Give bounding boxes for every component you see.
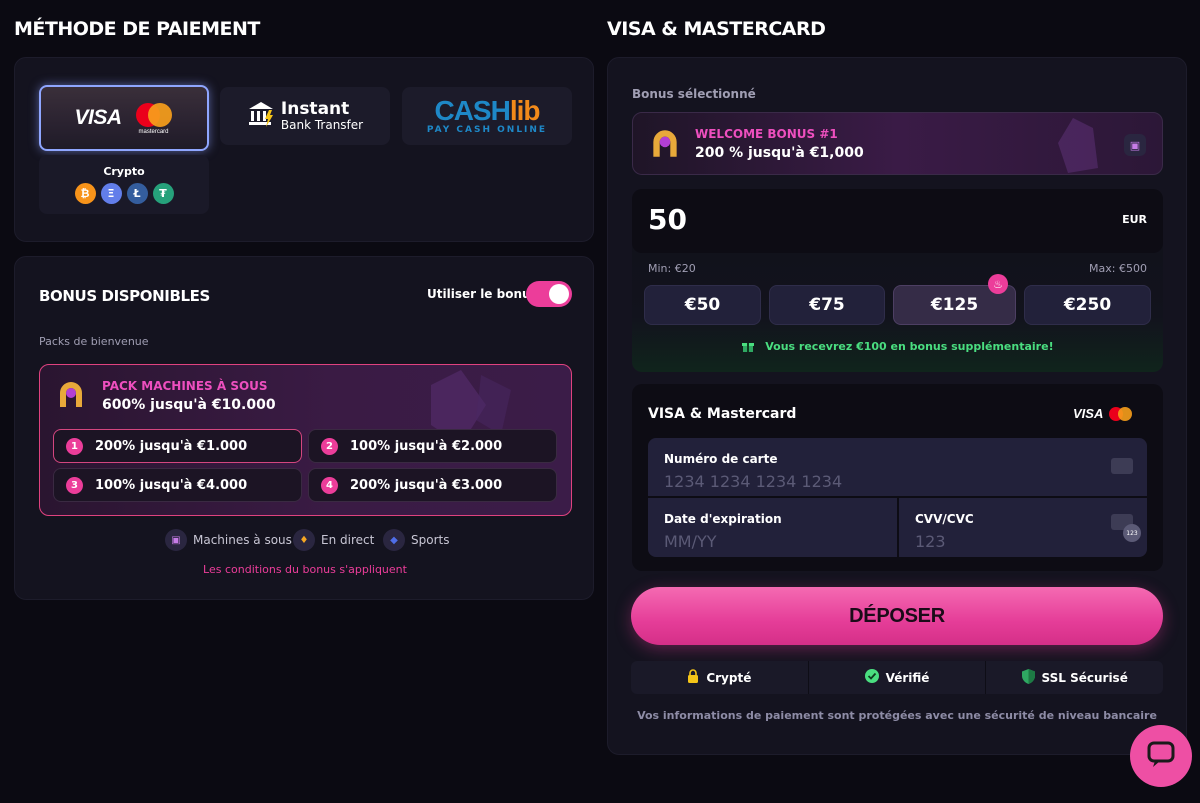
cashlib-tagline: PAY CASH ONLINE — [426, 125, 548, 135]
visa-logo: VISA — [74, 106, 122, 129]
gift-icon — [741, 340, 759, 353]
tier-3[interactable]: 3 100% jusqu'à €4.000 — [53, 468, 302, 502]
deposit-button[interactable]: DÉPOSER — [631, 587, 1163, 645]
security-footer: Vos informations de paiement sont protég… — [637, 709, 1157, 722]
tier-1[interactable]: 1 200% jusqu'à €1.000 — [53, 429, 302, 463]
instant-bank-transfer-option[interactable]: Instant Bank Transfer — [220, 87, 390, 145]
slots-icon: ▣ — [165, 529, 187, 551]
amount-chip-50[interactable]: €50 — [644, 285, 761, 325]
cashlib-logo: CASHlib — [434, 95, 540, 126]
currency-label: EUR — [1122, 213, 1147, 226]
tether-icon: ₮ — [152, 183, 174, 204]
welcome-packs-label: Packs de bienvenue — [39, 335, 149, 348]
bank-line1: Instant — [280, 98, 350, 119]
mastercard-logo: mastercard — [134, 103, 174, 135]
fire-icon: ♨ — [988, 274, 1008, 294]
payment-methods-panel: VISA mastercard Instant Bank Transfer CA… — [14, 57, 594, 242]
amount-section: 50 EUR Min: €20 Max: €500 €50 €75 €125 €… — [632, 189, 1163, 372]
chat-icon — [1146, 739, 1176, 773]
sports-icon: ◆ — [383, 529, 405, 551]
crypto-option[interactable]: Crypto ₿ Ξ Ł ₮ — [39, 155, 209, 214]
min-label: Min: €20 — [648, 262, 696, 275]
card-brands-icon: VISA — [1073, 406, 1133, 421]
selected-bonus-title: WELCOME BONUS #1 — [695, 127, 838, 141]
card-icon — [1111, 458, 1133, 474]
amount-value: 50 — [648, 203, 687, 236]
slots-icon: ▣ — [1124, 134, 1146, 156]
shield-icon — [1021, 668, 1035, 687]
card-number-field[interactable]: Numéro de carte 1234 1234 1234 1234 — [648, 438, 1147, 496]
visa-mastercard-option[interactable]: VISA mastercard — [39, 85, 209, 151]
ssl-badge: SSL Sécurisé — [986, 661, 1163, 694]
category-live: ♦ En direct — [293, 529, 374, 551]
selected-bonus-desc: 200 % jusqu'à €1,000 — [695, 145, 864, 161]
cashlib-option[interactable]: CASHlib PAY CASH ONLINE — [402, 87, 572, 145]
bonus-terms-link[interactable]: Les conditions du bonus s'appliquent — [15, 563, 595, 576]
payment-method-heading: MÉTHODE DE PAIEMENT — [14, 18, 260, 40]
amount-chip-250[interactable]: €250 — [1024, 285, 1151, 325]
selected-bonus-label: Bonus sélectionné — [632, 87, 756, 101]
bitcoin-icon: ₿ — [74, 183, 96, 204]
category-sports: ◆ Sports — [383, 529, 449, 551]
horseshoe-icon — [54, 377, 88, 415]
security-bar: Crypté Vérifié SSL Sécurisé — [631, 661, 1163, 694]
card-section-title: VISA & Mastercard — [648, 406, 797, 422]
encrypted-badge: Crypté — [631, 661, 809, 694]
bonus-panel: BONUS DISPONIBLES Utiliser le bonus Pack… — [14, 256, 594, 600]
bank-icon — [247, 100, 275, 132]
check-icon — [864, 669, 879, 686]
cvv-field[interactable]: CVV/CVC 123 123 — [899, 498, 1147, 557]
pack-desc: 600% jusqu'à €10.000 — [102, 397, 276, 413]
verified-badge: Vérifié — [809, 661, 987, 694]
card-section: VISA & Mastercard VISA Numéro de carte 1… — [632, 384, 1163, 571]
tier-2[interactable]: 2 100% jusqu'à €2.000 — [308, 429, 557, 463]
bonus-title: BONUS DISPONIBLES — [39, 287, 210, 305]
cvv-badge: 123 — [1123, 524, 1141, 542]
cards-icon: ♦ — [293, 529, 315, 551]
litecoin-icon: Ł — [126, 183, 148, 204]
chat-button[interactable] — [1130, 725, 1192, 787]
crystal-decoration — [1058, 118, 1098, 173]
lock-icon — [687, 669, 699, 686]
visa-mastercard-heading: VISA & MASTERCARD — [607, 18, 826, 40]
selected-bonus-card[interactable]: WELCOME BONUS #1 200 % jusqu'à €1,000 ▣ — [632, 112, 1163, 175]
crypto-label: Crypto — [103, 165, 145, 178]
pack-title: PACK MACHINES À SOUS — [102, 379, 268, 393]
tier-4[interactable]: 4 200% jusqu'à €3.000 — [308, 468, 557, 502]
max-label: Max: €500 — [1089, 262, 1147, 275]
ethereum-icon: Ξ — [100, 183, 122, 204]
slots-pack-card[interactable]: PACK MACHINES À SOUS 600% jusqu'à €10.00… — [39, 364, 572, 516]
category-slots: ▣ Machines à sous — [165, 529, 292, 551]
amount-input[interactable]: 50 EUR — [632, 189, 1163, 253]
use-bonus-toggle[interactable] — [526, 281, 572, 307]
bank-line2: Bank Transfer — [280, 117, 364, 132]
amount-chip-75[interactable]: €75 — [769, 285, 885, 325]
expiry-field[interactable]: Date d'expiration MM/YY — [648, 498, 897, 557]
horseshoe-icon — [647, 125, 683, 165]
bonus-message: Vous recevrez €100 en bonus supplémentai… — [632, 339, 1163, 353]
use-bonus-label: Utiliser le bonus — [427, 287, 538, 301]
